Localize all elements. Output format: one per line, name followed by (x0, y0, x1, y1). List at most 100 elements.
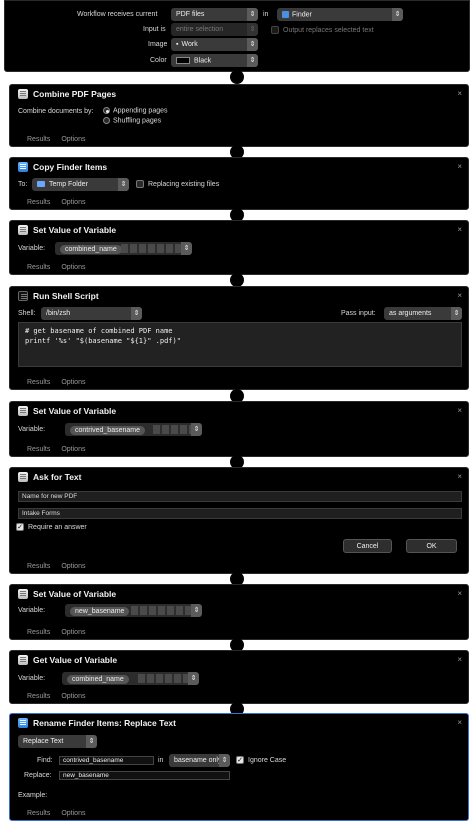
replacing-option[interactable]: Replacing existing files (136, 180, 219, 188)
automator-workflow: Workflow receives current PDF files ⇕ in … (0, 0, 474, 822)
application-value: Finder (292, 11, 312, 19)
ignore-case-option[interactable]: ✓ Ignore Case (236, 756, 286, 764)
ok-button[interactable]: OK (406, 539, 457, 553)
radio-appending[interactable]: Appending pages (103, 107, 168, 114)
results-tab[interactable]: Results (27, 446, 50, 453)
output-replaces-checkbox[interactable] (271, 26, 279, 34)
close-icon[interactable]: × (457, 718, 462, 727)
action-set-variable-new-basename[interactable]: Set Value of Variable × Variable: new_ba… (9, 584, 469, 640)
options-tab[interactable]: Options (61, 563, 85, 570)
shell-value: /bin/zsh (46, 310, 71, 317)
action-rename-finder-items[interactable]: Rename Finder Items: Replace Text × Repl… (9, 713, 469, 821)
variable-token: combined_name (67, 675, 129, 684)
close-icon[interactable]: × (457, 291, 462, 300)
output-replaces-option[interactable]: Output replaces selected text (271, 26, 374, 34)
action-combine-pdf-pages[interactable]: Combine PDF Pages × Combine documents by… (9, 84, 469, 147)
destination-popup[interactable]: Temp Folder ⇕ (32, 178, 129, 191)
input-is-popup[interactable]: entire selection ⇕ (171, 23, 258, 36)
radio-shuffling[interactable]: Shuffling pages (103, 117, 161, 124)
action-header[interactable]: Copy Finder Items (18, 162, 107, 172)
options-tab[interactable]: Options (61, 446, 85, 453)
shell-label: Shell: (18, 310, 36, 317)
results-tab[interactable]: Results (27, 199, 50, 206)
action-header[interactable]: Ask for Text (18, 472, 82, 482)
script-line: printf '%s' "$(basename "${1}" .pdf)" (25, 337, 181, 345)
pass-input-popup[interactable]: as arguments ⇕ (384, 307, 462, 320)
shell-popup[interactable]: /bin/zsh ⇕ (41, 307, 142, 320)
cancel-button[interactable]: Cancel (343, 539, 392, 553)
variable-popup[interactable]: combined_name ⇕ (62, 672, 199, 685)
results-tab[interactable]: Results (27, 136, 50, 143)
options-tab[interactable]: Options (61, 379, 85, 386)
question-field[interactable]: Name for new PDF (18, 491, 462, 502)
results-tab[interactable]: Results (27, 693, 50, 700)
options-tab[interactable]: Options (61, 693, 85, 700)
color-value: Black (194, 57, 212, 65)
finder-action-icon (18, 718, 28, 728)
require-answer-option[interactable]: ✓ Require an answer (16, 523, 87, 531)
close-icon[interactable]: × (457, 162, 462, 171)
variable-popup[interactable]: contrived_basename ⇕ (65, 423, 202, 436)
close-icon[interactable]: × (457, 589, 462, 598)
chevron-updown-icon: ⇕ (392, 8, 403, 21)
action-set-variable-combined-name[interactable]: Set Value of Variable × Variable: combin… (9, 220, 469, 275)
replacing-label: Replacing existing files (148, 180, 220, 188)
variable-popup[interactable]: new_basename ⇕ (65, 604, 202, 617)
action-header[interactable]: Set Value of Variable (18, 406, 116, 416)
ignore-case-checkbox[interactable]: ✓ (236, 756, 244, 764)
require-answer-checkbox[interactable]: ✓ (16, 523, 24, 531)
image-popup[interactable]: ▪ Work ⇕ (171, 38, 258, 51)
action-set-variable-contrived-basename[interactable]: Set Value of Variable × Variable: contri… (9, 401, 469, 457)
color-popup[interactable]: Black ⇕ (171, 54, 258, 67)
options-tab[interactable]: Options (61, 264, 85, 271)
replace-field[interactable]: new_basename (59, 771, 230, 780)
radio-button[interactable] (103, 107, 110, 114)
to-label: To: (18, 181, 28, 188)
require-answer-label: Require an answer (28, 523, 87, 531)
options-tab[interactable]: Options (61, 136, 85, 143)
options-tab[interactable]: Options (61, 629, 85, 636)
options-tab[interactable]: Options (61, 199, 85, 206)
variable-popup[interactable]: combined_name ⇕ (55, 242, 192, 255)
variable-token: combined_name (60, 245, 122, 254)
receives-popup[interactable]: PDF files ⇕ (171, 8, 258, 21)
radio-label: Appending pages (113, 107, 168, 115)
action-header[interactable]: Rename Finder Items: Replace Text (18, 718, 176, 728)
results-tab[interactable]: Results (27, 629, 50, 636)
rename-mode-popup[interactable]: Replace Text ⇕ (18, 735, 97, 748)
results-tab[interactable]: Results (27, 563, 50, 570)
action-copy-finder-items[interactable]: Copy Finder Items × To: Temp Folder ⇕ Rep… (9, 157, 469, 210)
default-answer-field[interactable]: Intake Forms (18, 508, 462, 519)
find-field[interactable]: contrived_basename (59, 756, 154, 765)
close-icon[interactable]: × (457, 406, 462, 415)
replacing-checkbox[interactable] (136, 180, 144, 188)
color-label: Color (150, 57, 167, 64)
action-header[interactable]: Run Shell Script (18, 291, 99, 301)
results-tab[interactable]: Results (27, 264, 50, 271)
close-icon[interactable]: × (457, 225, 462, 234)
find-scope-popup[interactable]: basename only ⇕ (169, 754, 230, 767)
action-title: Ask for Text (33, 472, 82, 482)
image-value: Work (181, 41, 198, 48)
chevron-updown-icon: ⇕ (191, 604, 202, 617)
close-icon[interactable]: × (457, 89, 462, 98)
action-title: Combine PDF Pages (33, 89, 117, 99)
action-title: Set Value of Variable (33, 406, 117, 416)
options-tab[interactable]: Options (61, 810, 85, 817)
find-in-label: in (158, 757, 164, 764)
action-ask-for-text[interactable]: Ask for Text × Name for new PDF Intake F… (9, 467, 469, 574)
action-run-shell-script[interactable]: Run Shell Script × Shell: /bin/zsh ⇕ Pass… (9, 286, 469, 390)
action-header[interactable]: Combine PDF Pages (18, 89, 116, 99)
action-header[interactable]: Set Value of Variable (18, 589, 116, 599)
results-tab[interactable]: Results (27, 379, 50, 386)
action-header[interactable]: Set Value of Variable (18, 225, 116, 235)
script-editor[interactable]: # get basename of combined PDF name print… (18, 322, 462, 367)
radio-label: Shuffling pages (113, 117, 162, 125)
close-icon[interactable]: × (457, 655, 462, 664)
radio-button[interactable] (103, 117, 110, 124)
action-get-variable-combined-name[interactable]: Get Value of Variable × Variable: combin… (9, 650, 469, 704)
close-icon[interactable]: × (457, 472, 462, 481)
action-header[interactable]: Get Value of Variable (18, 655, 117, 665)
application-popup[interactable]: Finder ⇕ (277, 8, 403, 21)
results-tab[interactable]: Results (27, 810, 50, 817)
